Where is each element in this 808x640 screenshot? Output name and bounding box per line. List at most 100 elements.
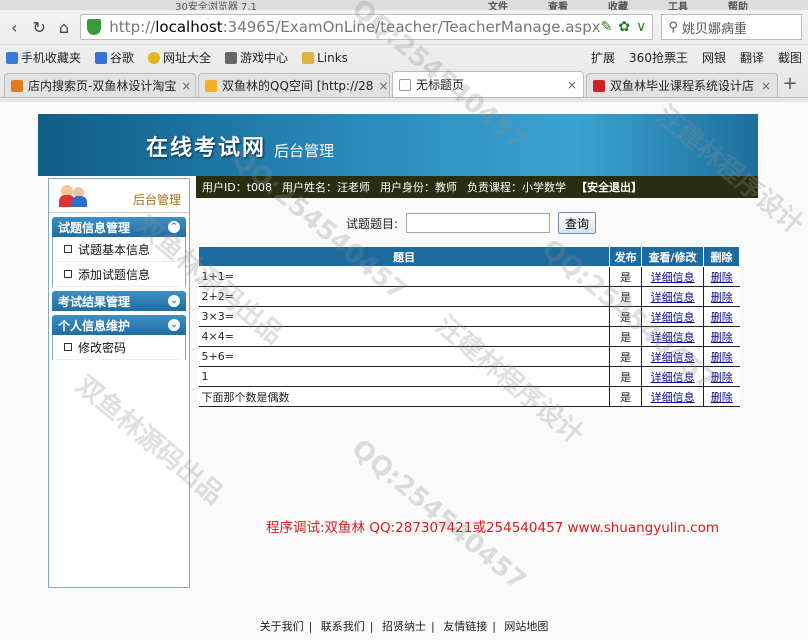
user-role: 用户身份：教师 (380, 181, 458, 194)
delete-link[interactable]: 删除 (711, 351, 733, 364)
chevron-up-icon[interactable]: ⌃ (168, 221, 180, 233)
menu-file[interactable]: 文件 (488, 0, 508, 11)
cell-delete: 删除 (703, 266, 740, 287)
delete-link[interactable]: 删除 (711, 331, 733, 344)
query-button[interactable]: 查询 (558, 212, 597, 234)
details-link[interactable]: 详细信息 (651, 311, 695, 324)
menu-view[interactable]: 查看 (548, 0, 568, 11)
new-tab-icon[interactable]: + (780, 73, 800, 97)
header-delete: 删除 (703, 246, 740, 267)
search-text: 姚贝娜病重 (682, 21, 748, 37)
details-link[interactable]: 详细信息 (651, 271, 695, 284)
menu-group-questions[interactable]: 试题信息管理 ⌃ (52, 217, 186, 237)
square-bullet-icon (64, 245, 72, 253)
menu-item-label: 修改密码 (78, 340, 127, 355)
url-path: :34965/ExamOnLine/teacher/TeacherManage.… (222, 18, 601, 36)
users-icon (59, 185, 87, 207)
footer-friend-links[interactable]: 友情链接 (443, 620, 487, 633)
tab-untitled[interactable]: 无标题页 × (392, 71, 584, 97)
cell-title: 5+6= (198, 346, 610, 367)
table-row: 2+2= 是 详细信息 删除 (198, 286, 740, 307)
menu-help[interactable]: 帮助 (728, 0, 748, 11)
user-info-bar: 用户ID：t008 用户姓名：汪老师 用户身份：教师 负责课程：小学数学 【安全… (196, 176, 758, 198)
leaf-icon[interactable]: ✿ (618, 19, 630, 35)
cell-view: 详细信息 (641, 286, 704, 307)
title-bar: 30安全浏览器 7.1 文件 查看 收藏 工具 帮助 (0, 0, 808, 10)
table-row: 1+1= 是 详细信息 删除 (198, 266, 740, 287)
translate-button[interactable]: 翻译 (740, 49, 764, 66)
table-row: 4×4= 是 详细信息 删除 (198, 326, 740, 347)
close-icon[interactable]: × (761, 79, 771, 93)
delete-link[interactable]: 删除 (711, 291, 733, 304)
tab-label: 店内搜索页-双鱼林设计淘宝 (28, 79, 177, 93)
details-link[interactable]: 详细信息 (651, 391, 695, 404)
bookmark-label: 手机收藏夹 (21, 51, 82, 65)
close-icon[interactable]: × (181, 79, 191, 93)
share-icon[interactable]: ✎ (601, 19, 613, 35)
bookmark-label: 谷歌 (110, 51, 135, 65)
chevron-down-icon[interactable]: ⌄ (168, 295, 180, 307)
bookmark-games[interactable]: 游戏中心 (225, 49, 288, 66)
back-icon[interactable]: ‹ (6, 18, 23, 37)
chevron-down-icon[interactable]: ⌄ (168, 319, 180, 331)
menu-tools[interactable]: 工具 (668, 0, 688, 11)
square-bullet-icon (64, 343, 72, 351)
home-icon[interactable]: ⌂ (56, 18, 73, 37)
details-link[interactable]: 详细信息 (651, 291, 695, 304)
menu-item-label: 试题基本信息 (78, 242, 151, 257)
table-row: 5+6= 是 详细信息 删除 (198, 346, 740, 367)
question-title-input[interactable] (406, 213, 551, 233)
footer-contact[interactable]: 联系我们 (321, 620, 365, 633)
cell-title: 1 (198, 366, 610, 387)
dropdown-icon[interactable]: ∨ (636, 19, 646, 35)
cell-title: 1+1= (198, 266, 610, 287)
tab-shop[interactable]: 双鱼林毕业课程系统设计店 × (586, 73, 778, 97)
debug-credit-text: 程序调试:双鱼林 QQ:287307421或254540457 www.shua… (266, 520, 719, 536)
extensions-button[interactable]: 扩展 (591, 49, 615, 66)
menu-item-add-question[interactable]: 添加试题信息 (56, 262, 182, 287)
search-box[interactable]: ⚲ 姚贝娜病重 (661, 14, 803, 40)
bookmark-google[interactable]: 谷歌 (95, 49, 134, 66)
ticket-button[interactable]: 360抢票王 (629, 49, 688, 66)
address-tools: ✎ ✿ ∨ (601, 19, 647, 35)
cell-delete: 删除 (703, 346, 740, 367)
title-text: 30安全浏览器 7.1 (175, 1, 257, 11)
cell-view: 详细信息 (641, 326, 704, 347)
footer-sitemap[interactable]: 网站地图 (504, 620, 548, 633)
menu-item-change-password[interactable]: 修改密码 (56, 335, 182, 360)
menu-favorites[interactable]: 收藏 (608, 0, 628, 11)
address-bar[interactable]: http://localhost:34965/ExamOnLine/teache… (80, 14, 654, 40)
footer-jobs[interactable]: 招贤纳士 (382, 620, 426, 633)
delete-link[interactable]: 删除 (711, 371, 733, 384)
bank-button[interactable]: 网银 (702, 49, 726, 66)
tab-taobao-search[interactable]: 店内搜索页-双鱼林设计淘宝 × (4, 73, 196, 97)
bookmark-directory[interactable]: 网址大全 (148, 49, 211, 66)
bookmark-mobile[interactable]: 手机收藏夹 (6, 49, 81, 66)
screenshot-button[interactable]: 截图 (778, 49, 802, 66)
delete-link[interactable]: 删除 (711, 311, 733, 324)
delete-link[interactable]: 删除 (711, 271, 733, 284)
menu-group-label: 考试结果管理 (58, 294, 131, 309)
menu-group-results[interactable]: 考试结果管理 ⌄ (52, 291, 186, 311)
site-banner: 在线考试网 后台管理 (38, 114, 758, 176)
close-icon[interactable]: × (378, 79, 388, 93)
user-id: 用户ID：t008 (202, 181, 273, 194)
table-row: 下面那个数是偶数 是 详细信息 删除 (198, 386, 740, 407)
close-icon[interactable]: × (567, 78, 577, 92)
bookmark-links[interactable]: Links (302, 51, 348, 65)
menu-group-profile[interactable]: 个人信息维护 ⌄ (52, 315, 186, 335)
details-link[interactable]: 详细信息 (651, 351, 695, 364)
taobao-icon (11, 79, 23, 92)
refresh-icon[interactable]: ↻ (31, 18, 48, 37)
question-table: 题目 发布 查看/修改 删除 1+1= 是 详细信息 删除 2+2= 是 详细信… (197, 246, 740, 407)
delete-link[interactable]: 删除 (711, 391, 733, 404)
footer-about[interactable]: 关于我们 (260, 620, 304, 633)
details-link[interactable]: 详细信息 (651, 331, 695, 344)
table-row: 1 是 详细信息 删除 (198, 366, 740, 387)
logout-link[interactable]: 【安全退出】 (576, 179, 642, 195)
cell-title: 3×3= (198, 306, 610, 327)
tab-qzone[interactable]: 双鱼林的QQ空间 [http://28 × (198, 73, 390, 97)
menu-item-question-info[interactable]: 试题基本信息 (56, 237, 182, 262)
details-link[interactable]: 详细信息 (651, 371, 695, 384)
menu-item-label: 添加试题信息 (78, 267, 151, 282)
